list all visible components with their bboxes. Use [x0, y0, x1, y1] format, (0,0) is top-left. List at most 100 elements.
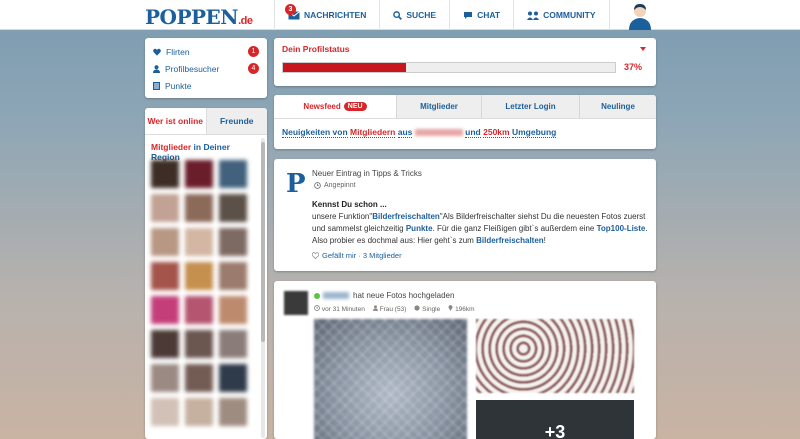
- member-thumbnail[interactable]: [185, 160, 213, 188]
- pinned-label: Angepinnt: [324, 182, 356, 189]
- member-thumbnail[interactable]: [185, 228, 213, 256]
- tab-freunde[interactable]: Freunde: [205, 108, 267, 134]
- top-navigation-bar: POPPEN.de 3 NACHRICHTEN SUCHE CHAT COMMU…: [0, 0, 800, 30]
- online-panel: Wer ist online Freunde Mitglieder in Dei…: [145, 108, 267, 439]
- new-badge: NEU: [343, 102, 367, 111]
- tab-wer-ist-online[interactable]: Wer ist online: [145, 108, 206, 134]
- user-avatar-icon[interactable]: [626, 2, 654, 30]
- member-thumbnail[interactable]: [151, 296, 179, 324]
- nav-messages[interactable]: 3 NACHRICHTEN: [274, 0, 379, 30]
- feed-post-photos: hat neue Fotos hochgeladen vor 31 Minute…: [274, 281, 656, 439]
- quick-link-profilbesucher[interactable]: Profilbesucher 4: [153, 60, 259, 77]
- nav-chat-label: CHAT: [477, 10, 501, 20]
- profile-progress-percent: 37%: [623, 62, 642, 72]
- member-thumbnail[interactable]: [219, 364, 247, 392]
- member-thumbnail[interactable]: [219, 228, 247, 256]
- member-thumbnail[interactable]: [185, 398, 213, 426]
- scrollbar-thumb[interactable]: [261, 142, 265, 342]
- post-status: Single: [414, 305, 440, 313]
- profile-status-panel: Dein Profilstatus 37%: [274, 38, 656, 86]
- post-header: hat neue Fotos hochgeladen: [314, 291, 454, 300]
- filter-text: aus: [397, 127, 413, 138]
- member-thumbnail[interactable]: [151, 228, 179, 256]
- status-dot-icon: [414, 305, 420, 311]
- online-tabs: Wer ist online Freunde: [145, 108, 267, 135]
- member-thumbnail[interactable]: [151, 194, 179, 222]
- member-thumbnail[interactable]: [219, 194, 247, 222]
- poppen-logo[interactable]: POPPEN.de: [145, 5, 253, 29]
- filter-text: Umgebung: [511, 127, 557, 138]
- visitors-count-badge: 4: [248, 63, 259, 74]
- nav-community[interactable]: COMMUNITY: [513, 0, 610, 30]
- post-heading: Kennst Du schon ...: [312, 200, 387, 209]
- status-label: Single: [422, 306, 441, 313]
- search-icon: [393, 10, 403, 20]
- profile-progress-fill: [283, 63, 406, 72]
- link-bilderfreischalten[interactable]: Bilderfreischalten: [372, 212, 440, 221]
- feed-filter-line: Neuigkeiten von Mitgliedern aus und 250k…: [274, 119, 656, 145]
- member-thumbnail[interactable]: [219, 330, 247, 358]
- member-thumbnail[interactable]: [219, 398, 247, 426]
- nav-search-label: SUCHE: [406, 10, 437, 20]
- member-thumbnail[interactable]: [151, 398, 179, 426]
- quick-link-punkte[interactable]: Punkte: [153, 77, 259, 94]
- more-photos-count: +3: [544, 422, 566, 439]
- time-label: vor 31 Minuten: [321, 306, 365, 313]
- member-thumbnail[interactable]: [151, 262, 179, 290]
- post-distance: 196km: [448, 305, 475, 313]
- member-thumbnail[interactable]: [151, 364, 179, 392]
- post-text: unsere Funktion": [312, 212, 373, 221]
- post-body: Kennst Du schon ... unsere Funktion"Bild…: [312, 199, 648, 247]
- quick-link-flirten[interactable]: Flirten 1: [153, 43, 259, 60]
- post-photo-more[interactable]: +3: [476, 400, 634, 439]
- link-punkte[interactable]: Punkte: [406, 224, 433, 233]
- users-icon: [527, 11, 540, 20]
- member-thumbnail[interactable]: [219, 296, 247, 324]
- link-top100[interactable]: Top100-Liste: [597, 224, 646, 233]
- post-title[interactable]: Neuer Eintrag in Tipps & Tricks: [312, 169, 422, 178]
- link-bilderfreischalten-2[interactable]: Bilderfreischalten: [476, 236, 544, 245]
- member-avatar[interactable]: [284, 291, 308, 315]
- logo-text: POPPEN: [145, 5, 239, 29]
- member-thumbnail[interactable]: [151, 330, 179, 358]
- profile-progress-bar: [282, 62, 616, 73]
- tab-mitglieder[interactable]: Mitglieder: [396, 95, 481, 118]
- like-row[interactable]: Gefällt mir · 3 Mitglieder: [312, 251, 402, 260]
- tab-newsfeed[interactable]: Newsfeed NEU: [274, 95, 396, 118]
- filter-text: Neuigkeiten von: [282, 127, 348, 138]
- feed-panel: Newsfeed NEU Mitglieder Letzter Login Ne…: [274, 95, 656, 149]
- post-meta: vor 31 Minuten Frau (53) Single 196km: [314, 305, 475, 313]
- quick-link-label: Profilbesucher: [165, 63, 220, 74]
- member-name-link[interactable]: [323, 292, 349, 299]
- filter-members-link[interactable]: Mitgliedern: [350, 127, 396, 138]
- filter-location-link[interactable]: [414, 129, 463, 137]
- flirten-count-badge: 1: [248, 46, 259, 57]
- member-thumbnail[interactable]: [185, 296, 213, 324]
- clock-icon: [314, 305, 320, 311]
- quick-links-panel: Flirten 1 Profilbesucher 4 Punkte: [145, 38, 267, 98]
- member-thumbnail[interactable]: [185, 262, 213, 290]
- member-thumbnail[interactable]: [185, 194, 213, 222]
- nav-community-label: COMMUNITY: [543, 10, 596, 20]
- post-photo-1[interactable]: [314, 319, 467, 439]
- post-text: !: [543, 236, 546, 245]
- filter-radius-link[interactable]: 250km: [483, 127, 510, 138]
- post-text: . Für die ganz Fleißigen gibt`s außerdem…: [432, 224, 595, 233]
- nav-search[interactable]: SUCHE: [379, 0, 449, 30]
- post-photo-2[interactable]: [476, 319, 634, 393]
- clock-icon: [314, 182, 321, 189]
- member-thumbnail[interactable]: [185, 364, 213, 392]
- nav-chat[interactable]: CHAT: [449, 0, 513, 30]
- member-thumbnail[interactable]: [151, 160, 179, 188]
- profile-status-title: Dein Profilstatus: [282, 44, 350, 54]
- distance-label: 196km: [455, 306, 475, 313]
- online-scrollbar[interactable]: [261, 138, 265, 438]
- tab-letzter-login[interactable]: Letzter Login: [481, 95, 579, 118]
- member-thumbnail[interactable]: [219, 262, 247, 290]
- member-thumbnail[interactable]: [219, 160, 247, 188]
- member-thumbnail[interactable]: [185, 330, 213, 358]
- chevron-down-icon[interactable]: [640, 47, 646, 51]
- online-status-dot: [314, 292, 320, 299]
- tab-neulinge[interactable]: Neulinge: [579, 95, 656, 118]
- map-pin-icon: [448, 305, 453, 311]
